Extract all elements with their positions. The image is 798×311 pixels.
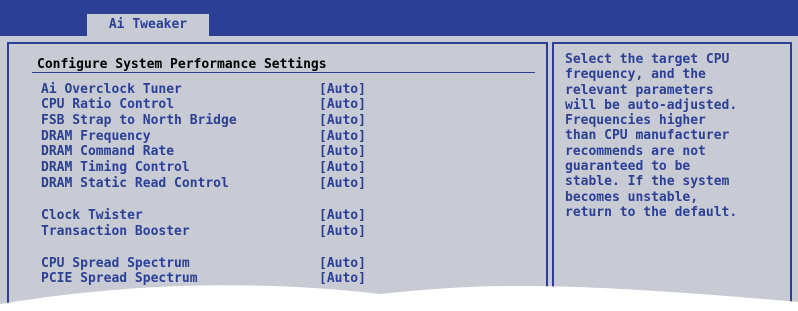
torn-page-edge xyxy=(0,285,798,311)
